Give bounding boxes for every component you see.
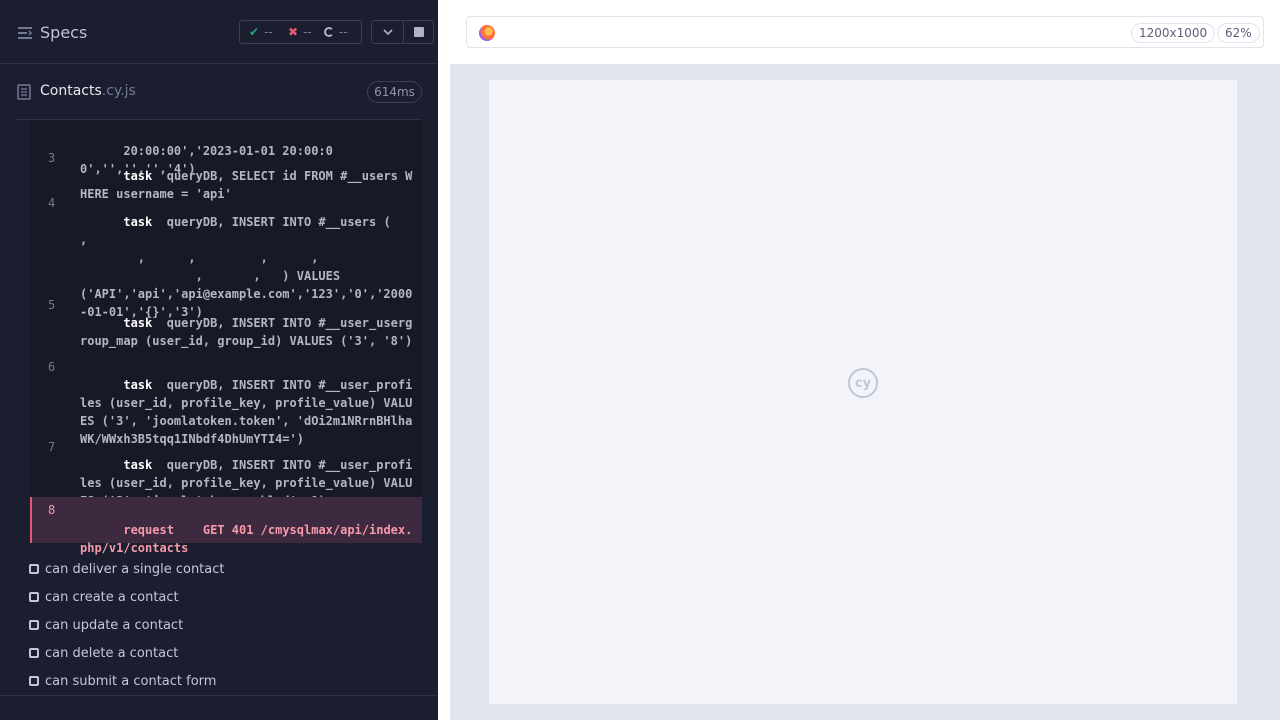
command-type: request	[123, 523, 174, 537]
command-type: task	[123, 458, 153, 472]
panel-edge	[438, 64, 450, 720]
reporter-panel: Specs ✔ -- ✖ -- -- Contacts.cy.js 614ms …	[0, 0, 438, 720]
command-number: 6	[48, 360, 56, 374]
app-preview-panel: 1200x1000 62% cy	[438, 0, 1280, 720]
test-title: can create a contact	[45, 589, 179, 605]
test-item[interactable]: can deliver a single contact	[29, 560, 225, 578]
stop-icon	[414, 27, 424, 37]
failed-stat: ✖ --	[288, 25, 312, 39]
test-title: can delete a contact	[45, 645, 179, 661]
duration-badge: 614ms	[367, 81, 422, 103]
pending-ring-icon	[324, 27, 334, 37]
check-icon: ✔	[249, 25, 260, 39]
passed-count: --	[264, 25, 273, 39]
command-number: 3	[48, 151, 56, 165]
firefox-icon[interactable]	[479, 25, 495, 41]
pending-stat: --	[324, 25, 348, 39]
specs-list-icon[interactable]	[17, 26, 33, 40]
command-type: task	[123, 215, 153, 229]
x-icon: ✖	[288, 25, 299, 39]
spec-file-basename: Contacts	[40, 83, 102, 99]
command-row-failed[interactable]: 8 request GET 401 /cmysqlmax/api/index.p…	[30, 497, 422, 555]
stats-summary: ✔ -- ✖ -- --	[239, 20, 362, 44]
test-item[interactable]: can update a contact	[29, 616, 183, 634]
test-title: can deliver a single contact	[45, 561, 225, 577]
run-controls	[371, 20, 434, 44]
passed-stat: ✔ --	[249, 25, 273, 39]
command-type: task	[123, 378, 153, 392]
test-item[interactable]: can submit a contact form	[29, 672, 216, 690]
test-title: can submit a contact form	[45, 673, 217, 689]
test-item[interactable]: can delete a contact	[29, 644, 178, 662]
pending-test-icon	[29, 648, 39, 658]
viewport-size-badge[interactable]: 1200x1000	[1131, 23, 1216, 43]
reporter-header: Specs ✔ -- ✖ -- --	[0, 0, 438, 64]
command-number: 7	[48, 440, 56, 454]
pending-test-icon	[29, 592, 39, 602]
app-under-test-frame: cy	[489, 80, 1237, 704]
cypress-logo-text: cy	[854, 375, 872, 391]
stop-button[interactable]	[404, 21, 434, 43]
document-icon	[17, 84, 31, 100]
spec-file-ext: .cy.js	[101, 83, 136, 99]
specs-title[interactable]: Specs	[40, 23, 87, 42]
command-number: 4	[48, 196, 56, 210]
pending-test-icon	[29, 620, 39, 630]
failed-count: --	[303, 25, 312, 39]
cypress-logo: cy	[848, 368, 878, 398]
command-log: 20:00:00','2023-01-01 20:00:00','','',''…	[30, 120, 422, 543]
url-bar[interactable]: 1200x1000 62%	[466, 16, 1264, 48]
pending-test-icon	[29, 676, 39, 686]
zoom-level-badge: 62%	[1217, 23, 1260, 43]
pending-count: --	[339, 25, 348, 39]
divider	[0, 695, 438, 696]
command-number: 8	[48, 503, 56, 517]
test-title: can update a contact	[45, 617, 184, 633]
chevron-down-icon	[382, 29, 393, 35]
command-type: task	[123, 169, 153, 183]
command-type: task	[123, 316, 153, 330]
command-number: 5	[48, 298, 56, 312]
pending-test-icon	[29, 564, 39, 574]
test-item[interactable]: can create a contact	[29, 588, 179, 606]
app-under-test-area: cy	[450, 64, 1280, 720]
expand-button[interactable]	[372, 21, 404, 43]
spec-file-name[interactable]: Contacts.cy.js	[40, 83, 136, 99]
